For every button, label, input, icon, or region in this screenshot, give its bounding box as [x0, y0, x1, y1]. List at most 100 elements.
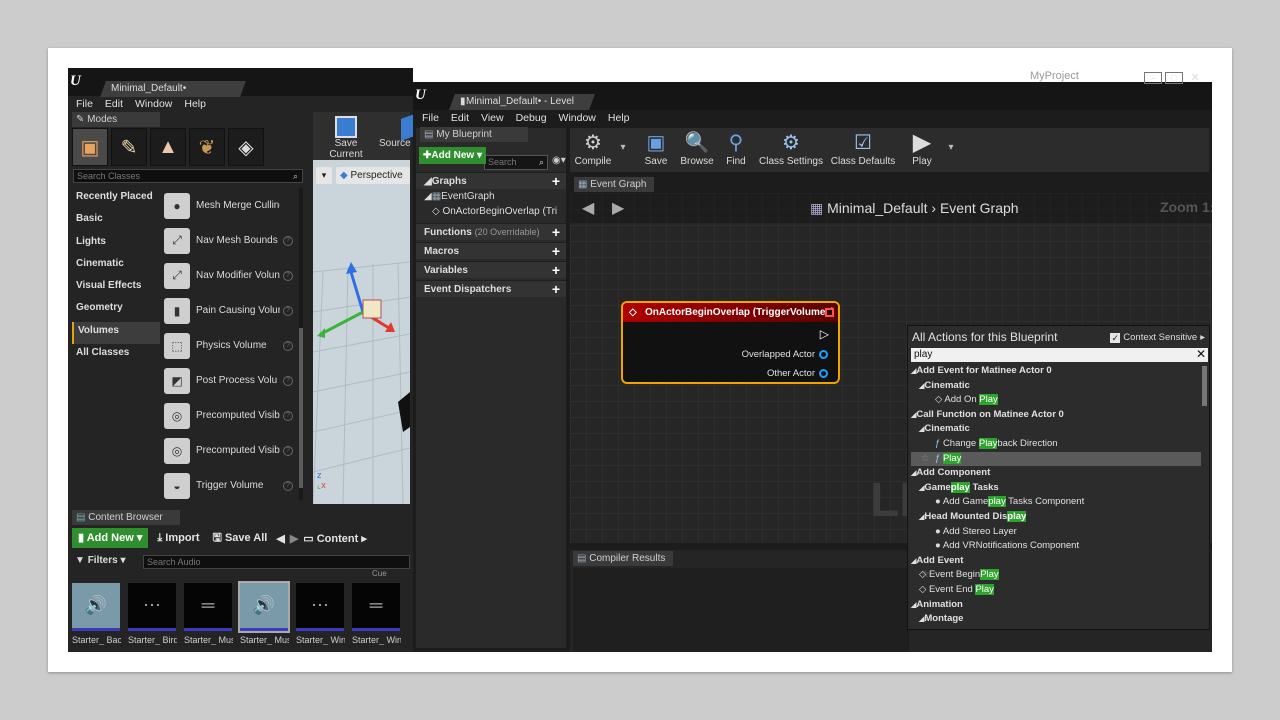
action-item[interactable]: ☆ ƒ Play: [911, 451, 1201, 467]
menu-edit[interactable]: Edit: [451, 110, 469, 126]
actor-item[interactable]: ◒ Trigger Volume?: [161, 468, 298, 503]
actor-item[interactable]: ◎ Precomputed Visib?: [161, 433, 298, 468]
favorite-star-icon[interactable]: ☆: [921, 568, 930, 583]
asset-tile[interactable]: ═ Starter_ Wind06: [352, 583, 401, 651]
blueprint-document-tab[interactable]: ▮ Minimal_Default• - Level: [449, 94, 595, 110]
add-graph-icon[interactable]: +: [552, 173, 560, 190]
action-category[interactable]: ◢Head Mounted Display: [911, 510, 1201, 525]
other-actor-pin[interactable]: Other Actor: [767, 368, 828, 379]
menu-help[interactable]: Help: [608, 110, 630, 126]
close-icon[interactable]: ✕: [1186, 72, 1204, 84]
action-category[interactable]: ◢Animation: [911, 598, 1201, 613]
maximize-icon[interactable]: □: [1165, 72, 1183, 84]
context-sensitive-toggle[interactable]: ✓ Context Sensitive ▸: [1110, 332, 1205, 343]
category-lights[interactable]: Lights: [72, 233, 160, 255]
menu-view[interactable]: View: [481, 110, 504, 126]
search-audio-input[interactable]: Search Audio: [143, 555, 410, 569]
on-actor-begin-overlap-item[interactable]: ◇ OnActorBeginOverlap (Tri: [432, 206, 557, 217]
menu-debug[interactable]: Debug: [516, 110, 547, 126]
perspective-mode-button[interactable]: ◆ Perspective: [336, 167, 410, 184]
class-defaults-button[interactable]: ☑ Class Defaults: [830, 128, 896, 172]
category-volumes[interactable]: Volumes: [72, 321, 160, 345]
asset-tile[interactable]: 🔊 Starter_ Background: [72, 583, 121, 651]
help-icon[interactable]: ?: [283, 445, 293, 456]
add-new-blueprint-button[interactable]: ✚Add New ▾: [419, 147, 486, 164]
overlapped-actor-pin[interactable]: Overlapped Actor: [742, 349, 828, 360]
node-delegate-pin-icon[interactable]: [825, 308, 834, 317]
place-mode-button[interactable]: ▣: [72, 128, 108, 166]
event-graph-item[interactable]: ◢▦EventGraph: [424, 191, 495, 202]
category-geometry[interactable]: Geometry: [72, 299, 160, 321]
action-category[interactable]: ◢Gameplay Tasks: [911, 481, 1201, 496]
transform-gizmo-icon[interactable]: [313, 252, 410, 412]
add-new-button[interactable]: ▮ Add New ▾: [72, 528, 149, 548]
history-back-icon[interactable]: ◀: [582, 198, 594, 218]
add-dispatcher-icon[interactable]: +: [552, 281, 560, 298]
modes-tab[interactable]: ✎ Modes: [72, 112, 160, 127]
macros-section-header[interactable]: Macros +: [416, 242, 566, 259]
play-options-icon[interactable]: ▾: [944, 128, 958, 172]
actor-item[interactable]: ⤢ Nav Mesh Bounds?: [161, 223, 298, 258]
menu-file[interactable]: File: [76, 96, 93, 112]
action-category[interactable]: ◢Call Function on Matinee Actor 0: [911, 408, 1201, 423]
action-category[interactable]: ◢Cinematic: [911, 422, 1201, 437]
find-button[interactable]: ⚲ Find: [722, 128, 750, 172]
action-item[interactable]: ◇ Event End Play: [911, 583, 1201, 598]
action-item[interactable]: ◇ Add On Play: [911, 393, 1201, 408]
menu-edit[interactable]: Edit: [105, 96, 123, 112]
content-path-button[interactable]: ▭ Content ▸: [303, 532, 367, 545]
actor-list-scrollbar[interactable]: [299, 188, 303, 500]
event-dispatchers-section-header[interactable]: Event Dispatchers +: [416, 280, 566, 297]
event-graph-tab[interactable]: ▦ Event Graph: [574, 177, 655, 192]
history-back-icon[interactable]: ◀: [276, 532, 284, 545]
add-function-icon[interactable]: +: [552, 224, 560, 241]
play-button[interactable]: ▶ Play: [904, 128, 940, 172]
category-cinematic[interactable]: Cinematic: [72, 255, 160, 277]
category-recently-placed[interactable]: Recently Placed: [72, 188, 160, 210]
save-current-button[interactable]: Save Current: [317, 116, 375, 160]
variables-section-header[interactable]: Variables +: [416, 261, 566, 278]
menu-file[interactable]: File: [422, 110, 439, 126]
menu-window[interactable]: Window: [559, 110, 596, 126]
filters-button[interactable]: ▼ Filters ▾: [75, 555, 126, 566]
favorite-star-icon[interactable]: ☆: [921, 452, 930, 467]
menu-window[interactable]: Window: [135, 96, 172, 112]
actions-search-input[interactable]: play ✕: [911, 347, 1208, 362]
actor-item[interactable]: ⤢ Nav Modifier Volun?: [161, 258, 298, 293]
save-all-button[interactable]: 🖫 Save All: [209, 529, 272, 548]
editor-document-tab[interactable]: Minimal_Default•: [100, 81, 246, 97]
asset-tile[interactable]: 🔊 Starter_ Music Cue: [238, 581, 290, 651]
asset-tile[interactable]: ═ Starter_ Music01: [184, 583, 233, 651]
action-item[interactable]: ● Add Stereo Layer: [911, 525, 1201, 540]
add-macro-icon[interactable]: +: [552, 243, 560, 260]
help-icon[interactable]: ?: [283, 480, 293, 491]
help-icon[interactable]: ?: [283, 305, 293, 316]
landscape-mode-button[interactable]: ▲: [150, 128, 186, 166]
help-icon[interactable]: ?: [283, 410, 293, 421]
geometry-mode-button[interactable]: ◈: [228, 128, 264, 166]
my-blueprint-tab[interactable]: ▤ My Blueprint: [420, 127, 528, 142]
content-browser-tab[interactable]: ▤ Content Browser: [72, 510, 180, 525]
breadcrumb-root[interactable]: Minimal_Default: [827, 200, 927, 216]
action-category[interactable]: ◢Add Event: [911, 554, 1201, 569]
viewport-options-button[interactable]: ▾: [316, 167, 332, 184]
class-settings-button[interactable]: ⚙ Class Settings: [758, 128, 824, 172]
history-forward-icon[interactable]: ▶: [290, 532, 298, 545]
exec-output-pin-icon[interactable]: ▷: [820, 327, 829, 341]
foliage-mode-button[interactable]: ❦: [189, 128, 225, 166]
actions-scrollbar[interactable]: [1202, 366, 1207, 406]
action-category[interactable]: ◢Cinematic: [911, 379, 1201, 394]
compile-button[interactable]: ⚙ Compile: [572, 128, 614, 172]
actor-item[interactable]: ◎ Precomputed Visib?: [161, 398, 298, 433]
actor-item[interactable]: ◩ Post Process Volu?: [161, 363, 298, 398]
help-icon[interactable]: ?: [283, 270, 293, 281]
import-button[interactable]: ⤓ Import: [153, 532, 203, 545]
actor-item[interactable]: ⬚ Physics Volume?: [161, 328, 298, 363]
help-icon[interactable]: ?: [283, 375, 293, 386]
asset-tile[interactable]: ⋯ Starter_ Birds01: [128, 583, 177, 651]
blueprint-search-input[interactable]: Search ⌕: [484, 155, 548, 170]
history-forward-icon[interactable]: ▶: [612, 198, 624, 218]
action-category[interactable]: ◢Add Component: [911, 466, 1201, 481]
minimize-icon[interactable]: –: [1144, 72, 1162, 84]
search-classes-input[interactable]: Search Classes ⌕: [73, 169, 303, 183]
